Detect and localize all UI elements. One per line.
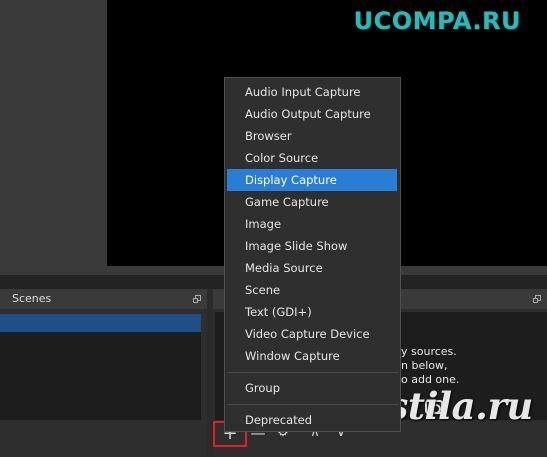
preview-side-area [0,0,107,275]
scene-list-item-selected[interactable] [0,314,201,332]
menu-separator [227,404,398,405]
menu-item-color-source[interactable]: Color Source [227,147,397,169]
menu-separator [227,372,398,373]
ucompa-watermark: UCOMPA.RU [353,7,521,35]
menu-item-image-slide-show[interactable]: Image Slide Show [227,235,397,257]
scenes-dock: Scenes [0,289,207,457]
menu-item-audio-output-capture[interactable]: Audio Output Capture [227,103,397,125]
scene-list[interactable] [0,332,201,420]
menu-item-display-capture[interactable]: Display Capture [227,169,397,191]
menu-item-media-source[interactable]: Media Source [227,257,397,279]
menu-item-deprecated[interactable]: Deprecated [227,409,397,431]
menu-item-audio-input-capture[interactable]: Audio Input Capture [227,81,397,103]
add-source-context-menu: Audio Input Capture Audio Output Capture… [224,77,401,432]
float-window-icon[interactable] [533,295,541,303]
menu-item-image[interactable]: Image [227,213,397,235]
hint-line: n below, [401,359,448,372]
menu-item-scene[interactable]: Scene [227,279,397,301]
menu-item-video-capture-device[interactable]: Video Capture Device [227,323,397,345]
scenes-dock-header: Scenes [0,289,207,309]
hint-line: y sources. [401,345,457,358]
menu-item-browser[interactable]: Browser [227,125,397,147]
float-window-icon[interactable] [193,295,201,303]
menu-item-window-capture[interactable]: Window Capture [227,345,397,367]
menu-item-group[interactable]: Group [227,377,397,399]
menu-item-text-gdi[interactable]: Text (GDI+) [227,301,397,323]
scenes-dock-title: Scenes [12,292,52,305]
menu-item-game-capture[interactable]: Game Capture [227,191,397,213]
sources-empty-hint: y sources. n below, o add one. [401,345,459,387]
